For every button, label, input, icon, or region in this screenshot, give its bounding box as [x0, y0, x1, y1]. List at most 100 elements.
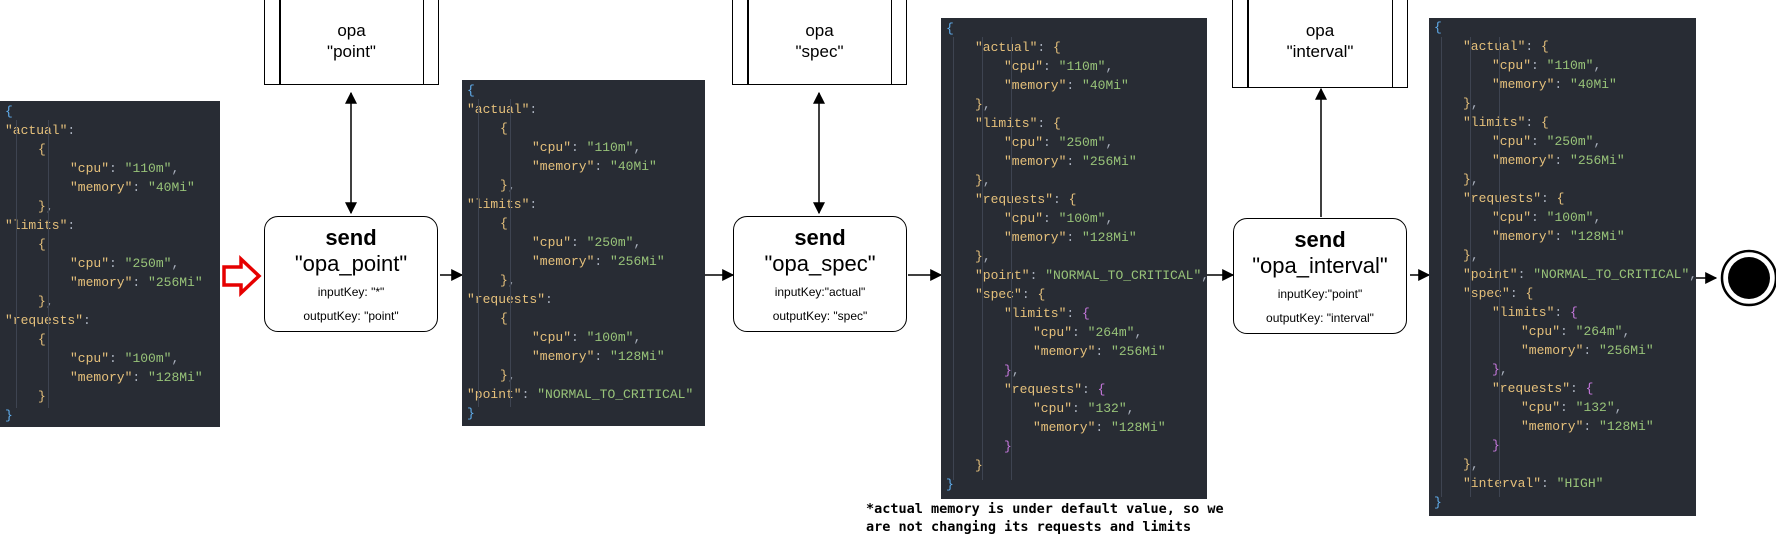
json-line: "cpu": "110m",	[532, 140, 642, 155]
json-line: "memory": "256Mi"	[1492, 153, 1625, 168]
json-line: "requests":	[5, 313, 91, 328]
json-line: }	[467, 406, 475, 421]
json-line: "cpu": "250m",	[1004, 135, 1114, 150]
send-title: send	[1294, 227, 1346, 252]
json-line: "memory": "256Mi"	[1004, 154, 1137, 169]
indent-guide	[510, 99, 511, 407]
json-line: },	[500, 368, 516, 383]
footnote-line-1: *actual memory is under default value, s…	[866, 501, 1224, 517]
json-line: }	[5, 408, 13, 423]
send-title: send	[325, 225, 377, 250]
json-line: "actual":	[5, 123, 76, 138]
indent-guide	[1470, 37, 1471, 497]
json-after-point-block: { "actual": { "cpu": "110m", "memory": "40Mi…	[462, 80, 705, 426]
json-line: "spec": {	[975, 287, 1046, 302]
json-line: "limits":	[5, 218, 76, 233]
input-key: inputKey:"actual"	[774, 285, 866, 299]
json-line: "memory": "256Mi"	[1033, 344, 1166, 359]
json-line: "limits": {	[975, 116, 1061, 131]
json-line: "cpu": "132",	[1521, 400, 1623, 415]
json-line: {	[5, 104, 13, 119]
indent-guide	[1441, 37, 1442, 497]
json-line: "limits": {	[1463, 115, 1549, 130]
json-line: "cpu": "100m",	[1004, 211, 1114, 226]
json-input-block: {"actual": {"cpu": "110m", "memory": "40Mi…	[0, 101, 220, 427]
json-line: "cpu": "100m",	[1492, 210, 1602, 225]
json-line: }	[1004, 439, 1012, 454]
json-line: {	[38, 237, 46, 252]
json-line: "memory": "40Mi"	[532, 159, 657, 174]
opa-interval-box: opa "interval"	[1232, 0, 1408, 88]
opa-point-name: "point"	[327, 42, 376, 61]
footnote: *actual memory is under default value, s…	[866, 500, 1224, 536]
send-opa-spec-node: send "opa_spec" inputKey:"actual" output…	[733, 216, 907, 332]
json-line: "limits": {	[1004, 306, 1090, 321]
json-line: "requests": {	[1463, 191, 1565, 206]
opa-point-label: opa	[337, 21, 366, 40]
json-line: {	[38, 332, 46, 347]
json-line: },	[1463, 172, 1479, 187]
json-line: "cpu": "250m",	[532, 235, 642, 250]
json-line: },	[975, 173, 991, 188]
json-line: }	[946, 477, 954, 492]
json-line: "cpu": "132",	[1033, 401, 1135, 416]
send-title: send	[794, 225, 846, 250]
json-line: "memory": "128Mi"	[1492, 229, 1625, 244]
json-line: {	[500, 216, 508, 231]
json-line: {	[500, 121, 508, 136]
json-line: },	[1492, 362, 1508, 377]
json-line: },	[500, 273, 516, 288]
json-line: "memory": "128Mi"	[1033, 420, 1166, 435]
json-line: },	[1463, 96, 1479, 111]
json-line: },	[975, 249, 991, 264]
json-line: "memory": "256Mi"	[70, 275, 203, 290]
json-line: }	[38, 389, 46, 404]
indent-guide	[1499, 37, 1500, 497]
json-line: "memory": "128Mi"	[1521, 419, 1654, 434]
indent-guide	[48, 120, 49, 408]
json-line: },	[38, 294, 54, 309]
json-line: "requests": {	[1004, 382, 1106, 397]
json-line: "limits": {	[1492, 305, 1578, 320]
output-key: outputKey: "interval"	[1266, 311, 1374, 325]
indent-guide	[982, 37, 983, 480]
json-line: "actual":	[467, 102, 538, 117]
opa-point-box: opa "point"	[264, 0, 439, 85]
json-line: "memory": "40Mi"	[1492, 77, 1617, 92]
indent-guide	[953, 37, 954, 480]
indent-guide	[478, 99, 479, 407]
json-line: },	[1463, 248, 1479, 263]
input-key: inputKey: "*"	[317, 285, 385, 299]
footnote-line-2: are not changing its requests and limits	[866, 519, 1192, 535]
json-line: "cpu": "250m",	[70, 256, 180, 271]
json-line: {	[500, 311, 508, 326]
json-line: "memory": "256Mi"	[1521, 343, 1654, 358]
json-line: },	[1463, 457, 1479, 472]
json-line: "memory": "128Mi"	[1004, 230, 1137, 245]
opa-spec-name: "spec"	[795, 42, 844, 61]
json-line: {	[1434, 20, 1442, 35]
input-key: inputKey:"point"	[1277, 287, 1363, 301]
json-line: "memory": "256Mi"	[532, 254, 665, 269]
json-line: },	[1004, 363, 1020, 378]
json-line: "point": "NORMAL_TO_CRITICAL",	[975, 268, 1207, 283]
json-after-interval-block: {"actual": {"cpu": "110m", "memory": "40M…	[1429, 18, 1696, 516]
opa-interval-name: "interval"	[1286, 42, 1354, 61]
json-line: "memory": "40Mi"	[1004, 78, 1129, 93]
send-name: "opa_point"	[294, 251, 408, 276]
json-line: "actual": {	[1463, 39, 1549, 54]
json-line: },	[500, 178, 516, 193]
json-line: "point": "NORMAL_TO_CRITICAL",	[1463, 267, 1696, 282]
output-key: outputKey: "point"	[303, 309, 399, 323]
json-line: "cpu": "264m",	[1033, 325, 1143, 340]
json-line: "memory": "40Mi"	[70, 180, 195, 195]
json-line: "cpu": "100m",	[70, 351, 180, 366]
json-line: {	[467, 83, 475, 98]
json-line: {	[946, 21, 954, 36]
json-line: }	[975, 458, 983, 473]
opa-interval-label: opa	[1305, 21, 1335, 40]
json-line: "requests":	[467, 292, 553, 307]
start-arrow	[222, 254, 262, 298]
json-line: {	[38, 142, 46, 157]
json-line: "cpu": "250m",	[1492, 134, 1602, 149]
